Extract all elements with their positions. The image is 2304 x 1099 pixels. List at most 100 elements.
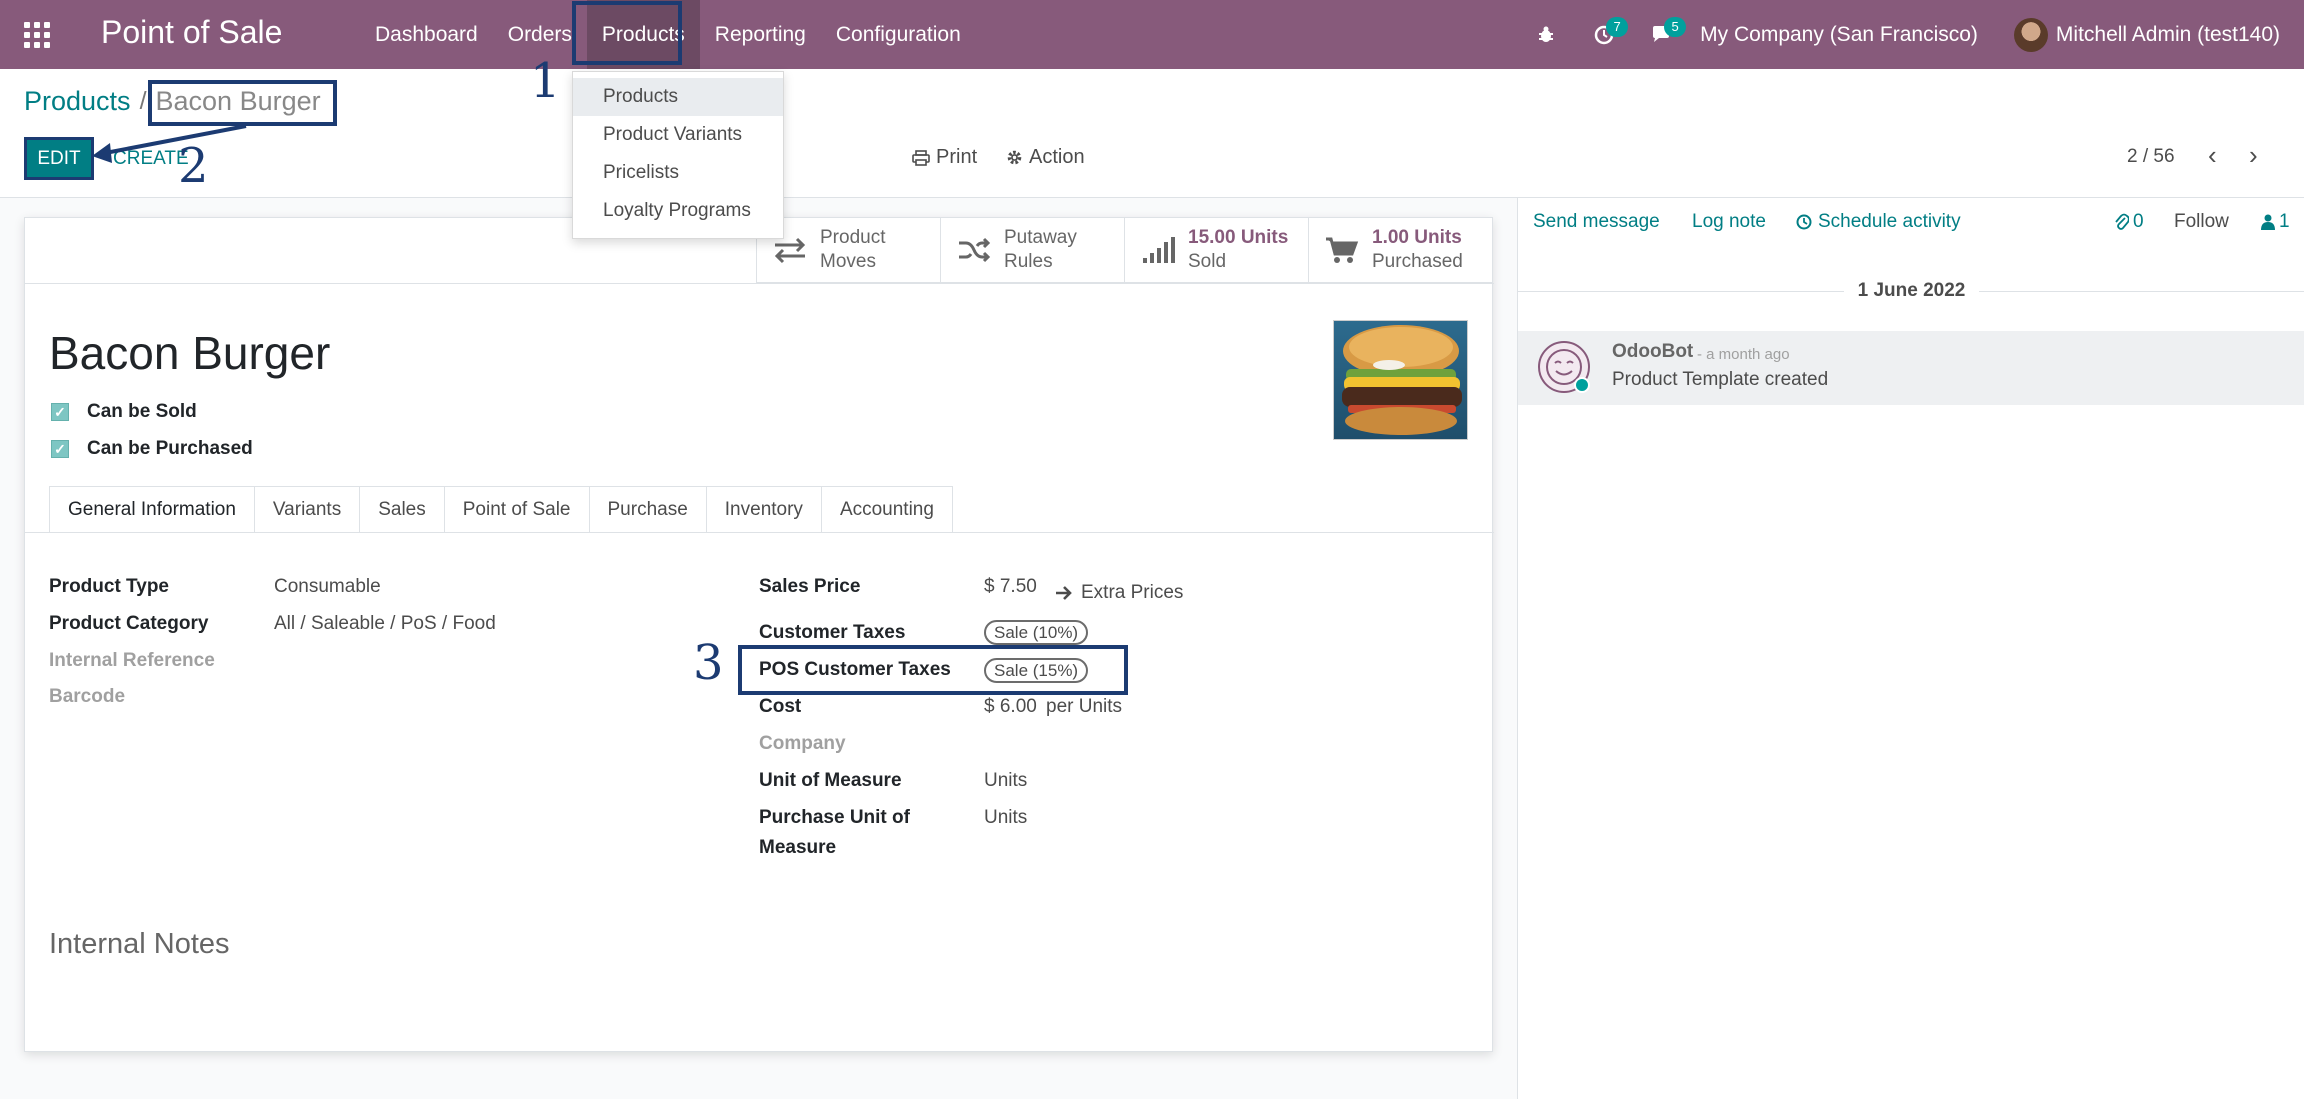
date-label: 1 June 2022 (1857, 280, 1966, 301)
breadcrumb-separator: / (139, 87, 147, 115)
cost-label: Cost (759, 696, 802, 717)
online-status-icon (1574, 377, 1590, 393)
breadcrumb-products-link[interactable]: Products (24, 86, 131, 117)
gear-icon (1007, 150, 1022, 165)
unit-of-measure-value: Units (984, 770, 1028, 791)
message-count-badge: 5 (1664, 16, 1687, 37)
tab-point-of-sale[interactable]: Point of Sale (444, 486, 590, 533)
message-body: Product Template created (1612, 369, 1829, 390)
can-be-purchased-row: ✓ Can be Purchased (51, 438, 253, 460)
action-label: Action (1029, 146, 1085, 168)
schedule-activity-label: Schedule activity (1818, 211, 1961, 232)
can-be-purchased-label: Can be Purchased (87, 438, 253, 459)
dropdown-item-loyalty-programs[interactable]: Loyalty Programs (573, 192, 783, 230)
followers-count: 1 (2279, 211, 2290, 232)
chatter-panel: Send message Log note Schedule activity … (1517, 198, 2304, 1099)
chevron-right-icon[interactable]: › (2249, 140, 2258, 171)
tab-general-information[interactable]: General Information (49, 486, 255, 533)
products-dropdown-menu: Products Product Variants Pricelists Loy… (572, 71, 784, 239)
smart-button-box: Product Moves Putaway Rules 15.00 Units Sol… (756, 218, 1492, 283)
annotation-box-product-name (148, 80, 337, 126)
schedule-activity-button[interactable]: Schedule activity (1796, 211, 1961, 233)
attachments-count: 0 (2133, 211, 2144, 232)
product-type-label: Product Type (49, 576, 169, 597)
putaway-rules-line1: Putaway (1004, 227, 1077, 248)
barcode-label: Barcode (49, 686, 126, 707)
print-menu[interactable]: Print (912, 146, 977, 169)
send-message-button[interactable]: Send message (1533, 211, 1660, 233)
annotation-box-pos-taxes (738, 645, 1128, 695)
activity-clock-icon[interactable]: 7 (1584, 15, 1629, 55)
unit-of-measure-label: Unit of Measure (759, 770, 902, 791)
units-sold-value: 15.00 Units (1188, 227, 1289, 248)
can-be-sold-checkbox[interactable]: ✓ (51, 403, 69, 421)
units-purchased-label: Purchased (1372, 251, 1463, 272)
tab-purchase[interactable]: Purchase (589, 486, 707, 533)
sheet-header-divider (25, 283, 1494, 284)
pager-value[interactable]: 2 / 56 (2127, 146, 2175, 168)
cost-value: $ 6.00 (984, 696, 1037, 717)
message-author[interactable]: OdooBot (1612, 341, 1693, 363)
product-name[interactable]: Bacon Burger (49, 326, 330, 380)
tab-accounting[interactable]: Accounting (821, 486, 953, 533)
dropdown-item-pricelists[interactable]: Pricelists (573, 154, 783, 192)
action-menu[interactable]: Action (1006, 146, 1085, 169)
units-sold-label: Sold (1188, 251, 1227, 272)
menu-configuration[interactable]: Configuration (821, 0, 976, 69)
tab-variants[interactable]: Variants (254, 486, 361, 533)
purchase-uom-label-line2: Measure (759, 837, 837, 858)
product-moves-line1: Product (820, 227, 886, 248)
tab-sales[interactable]: Sales (360, 486, 445, 533)
apps-menu-icon[interactable] (24, 22, 50, 48)
annotation-box-products-menu (572, 1, 682, 65)
putaway-rules-line2: Rules (1004, 251, 1053, 272)
attachments-button[interactable]: 0 (2115, 211, 2144, 233)
chevron-left-icon[interactable]: ‹ (2208, 140, 2217, 171)
company-label: Company (759, 733, 846, 754)
putaway-rules-button[interactable]: Putaway Rules (940, 218, 1124, 282)
extra-prices-link[interactable]: Extra Prices (1055, 582, 1183, 604)
arrows-exchange-icon (774, 237, 806, 264)
cost-unit: per Units (1046, 696, 1123, 717)
app-title[interactable]: Point of Sale (101, 14, 282, 51)
units-purchased-button[interactable]: 1.00 Units Purchased (1308, 218, 1492, 282)
date-separator: 1 June 2022 (1518, 278, 2304, 304)
product-form-sheet: Product Moves Putaway Rules 15.00 Units Sol… (24, 217, 1494, 1052)
dropdown-item-product-variants[interactable]: Product Variants (573, 116, 783, 154)
random-icon (959, 237, 991, 263)
follow-button[interactable]: Follow (2174, 211, 2229, 233)
units-sold-button[interactable]: 15.00 Units Sold (1124, 218, 1308, 282)
user-icon (2261, 214, 2275, 230)
product-image[interactable] (1333, 320, 1468, 440)
annotation-number-2: 2 (178, 138, 209, 194)
company-switcher[interactable]: My Company (San Francisco) (1700, 23, 1978, 47)
print-icon (912, 149, 930, 166)
log-note-button[interactable]: Log note (1692, 211, 1766, 233)
chatter-message: OdooBot - a month ago Product Template c… (1518, 331, 2304, 405)
customer-tax-badge: Sale (10%) (984, 620, 1089, 645)
annotation-box-edit-button (24, 137, 94, 180)
user-menu[interactable]: Mitchell Admin (test140) (2013, 17, 2280, 52)
units-purchased-value: 1.00 Units (1372, 227, 1462, 248)
clock-icon (1796, 214, 1812, 230)
product-type-value: Consumable (274, 576, 381, 597)
product-category-label: Product Category (49, 613, 209, 634)
menu-dashboard[interactable]: Dashboard (360, 0, 493, 69)
internal-reference-label: Internal Reference (49, 650, 215, 671)
product-category-value: All / Saleable / PoS / Food (274, 613, 496, 634)
bug-icon[interactable] (1526, 15, 1566, 55)
user-name: Mitchell Admin (test140) (2055, 22, 2280, 46)
followers-button[interactable]: 1 (2261, 211, 2290, 233)
menu-reporting[interactable]: Reporting (700, 0, 821, 69)
messages-icon[interactable]: 5 (1642, 15, 1687, 55)
tab-inventory[interactable]: Inventory (706, 486, 822, 533)
extra-prices-label: Extra Prices (1081, 582, 1184, 603)
user-avatar (2013, 17, 2048, 52)
navbar-systray: 7 5 My Company (San Francisco) Mitchell … (1526, 0, 2304, 69)
customer-taxes-label: Customer Taxes (759, 622, 906, 643)
can-be-purchased-checkbox[interactable]: ✓ (51, 440, 69, 458)
dropdown-item-products[interactable]: Products (573, 78, 783, 116)
top-navbar: Point of Sale Dashboard Orders Products … (0, 0, 2304, 69)
annotation-number-1: 1 (530, 53, 561, 109)
arrow-right-icon (1056, 586, 1072, 600)
